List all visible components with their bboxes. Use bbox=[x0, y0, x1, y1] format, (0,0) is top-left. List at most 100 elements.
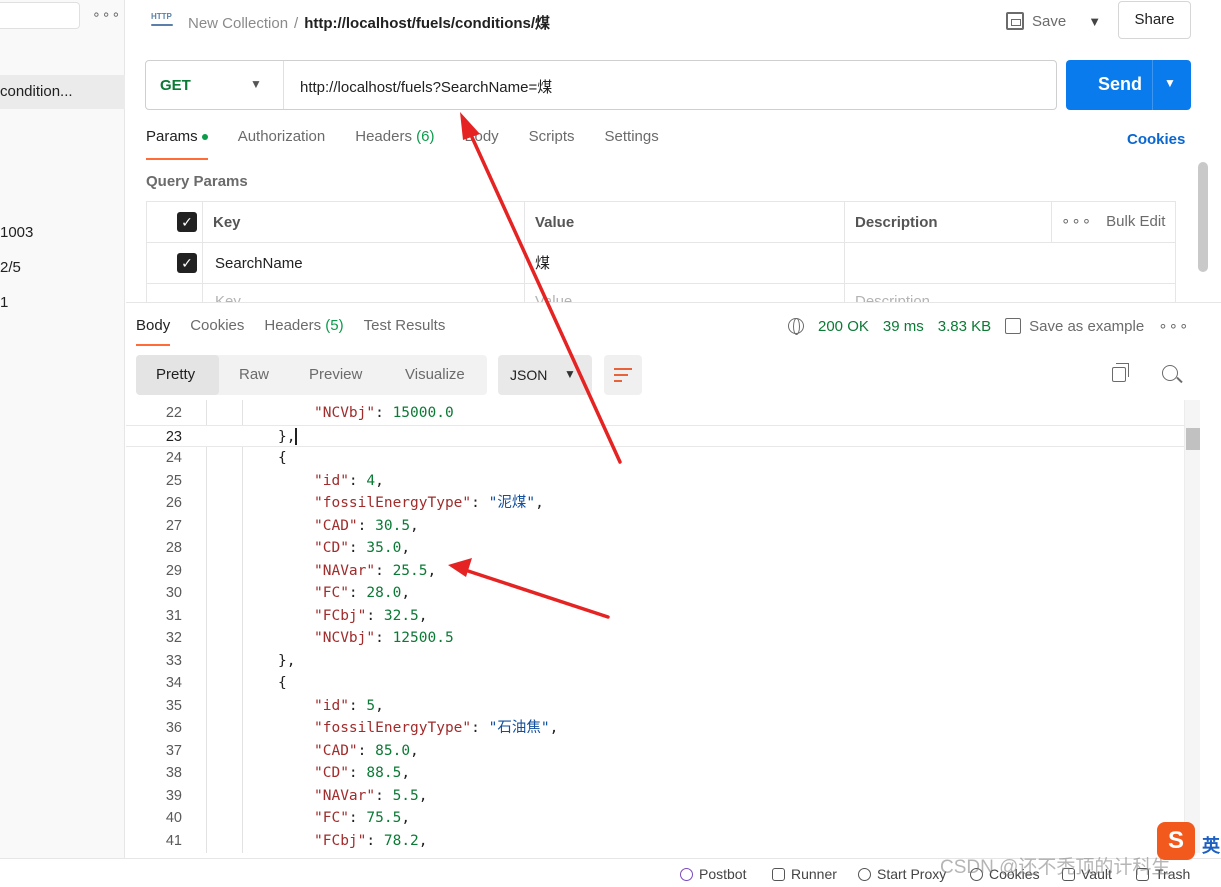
response-code-editor[interactable]: 22 "NCVbj": 15000.0 23}, 24 {25 "id": 4, 26 "fo… bbox=[126, 400, 1186, 853]
globe-icon[interactable] bbox=[788, 318, 804, 335]
column-value: Value bbox=[525, 202, 845, 243]
tab-test-results[interactable]: Test Results bbox=[364, 317, 446, 346]
param-description[interactable] bbox=[845, 243, 1175, 284]
share-button[interactable]: Share bbox=[1118, 1, 1191, 39]
request-title[interactable]: http://localhost/fuels/conditions/煤 bbox=[304, 15, 550, 32]
response-size[interactable]: 3.83 KB bbox=[938, 318, 991, 335]
select-all-checkbox[interactable]: ✓ bbox=[177, 212, 197, 232]
method-value: GET bbox=[160, 77, 191, 94]
code-text: "CAD": 30.5, bbox=[314, 517, 419, 534]
code-text: }, bbox=[278, 428, 297, 445]
save-as-example-button[interactable]: Save as example bbox=[1005, 318, 1144, 335]
save-label: Save bbox=[1032, 12, 1067, 30]
code-line: 41 "FCbj": 78.2, bbox=[126, 830, 1186, 853]
tab-response-cookies[interactable]: Cookies bbox=[190, 317, 244, 346]
param-key[interactable]: SearchName bbox=[203, 243, 525, 284]
breadcrumb-collection[interactable]: New Collection bbox=[188, 15, 288, 32]
request-tabs: Params Authorization Headers (6) Body Sc… bbox=[146, 128, 659, 160]
view-raw[interactable]: Raw bbox=[239, 366, 269, 383]
view-preview[interactable]: Preview bbox=[309, 366, 362, 383]
line-number: 27 bbox=[165, 517, 182, 534]
ime-logo-icon[interactable]: S bbox=[1157, 822, 1195, 860]
sidebar-item-active[interactable]: condition... bbox=[0, 75, 125, 109]
code-text: "CD": 88.5, bbox=[314, 765, 411, 781]
code-text: "fossilEnergyType": "泥煤", bbox=[314, 495, 544, 511]
chevron-down-icon[interactable]: ▼ bbox=[1164, 76, 1176, 90]
row-checkbox[interactable]: ✓ bbox=[177, 253, 197, 273]
line-number: 30 bbox=[165, 585, 182, 601]
table-row-empty: Key Value Description bbox=[147, 284, 1175, 303]
tab-headers[interactable]: Headers (6) bbox=[355, 128, 434, 160]
start-proxy-button[interactable]: Start Proxy bbox=[858, 866, 946, 882]
cookies-link[interactable]: Cookies bbox=[1127, 131, 1185, 148]
params-active-dot bbox=[201, 134, 208, 141]
more-icon[interactable]: ∘∘∘ bbox=[1158, 317, 1189, 335]
view-mode-bar: Pretty Raw Preview Visualize bbox=[136, 355, 487, 395]
code-text: }, bbox=[278, 652, 296, 669]
line-number: 40 bbox=[165, 810, 182, 826]
code-text: "CD": 35.0, bbox=[314, 540, 411, 556]
save-button[interactable]: Save ▼ bbox=[1006, 10, 1101, 32]
runner-button[interactable]: Runner bbox=[772, 866, 837, 882]
url-input[interactable]: http://localhost/fuels?SearchName=煤 bbox=[300, 76, 552, 97]
tab-settings[interactable]: Settings bbox=[605, 128, 659, 160]
param-value[interactable]: 煤 bbox=[525, 243, 845, 284]
tab-body[interactable]: Body bbox=[464, 128, 498, 160]
tab-scripts[interactable]: Scripts bbox=[529, 128, 575, 160]
sidebar-search-input[interactable] bbox=[0, 2, 80, 29]
line-number: 28 bbox=[165, 540, 182, 556]
text-cursor bbox=[295, 428, 297, 445]
wrap-lines-icon[interactable] bbox=[604, 355, 642, 395]
code-line: 38 "CD": 88.5, bbox=[126, 762, 1186, 785]
line-number: 32 bbox=[165, 630, 182, 646]
code-line: 32 "NCVbj": 12500.5 bbox=[126, 627, 1186, 650]
sidebar-more-icon[interactable]: ∘∘∘ bbox=[92, 6, 121, 23]
tab-authorization[interactable]: Authorization bbox=[238, 128, 326, 160]
query-params-table: ✓ Key Value Description ∘∘∘ Bulk Edit ✓ S… bbox=[146, 201, 1176, 303]
code-text: "FC": 75.5, bbox=[314, 810, 411, 826]
more-icon: ∘∘∘ bbox=[1061, 213, 1093, 230]
tab-response-body[interactable]: Body bbox=[136, 317, 171, 346]
csdn-watermark: CSDN @还不秃顶的计科生 bbox=[940, 857, 1171, 878]
ime-language-indicator[interactable]: 英 bbox=[1202, 832, 1220, 858]
code-text: "CAD": 85.0, bbox=[314, 742, 419, 759]
code-line: 28 "CD": 35.0, bbox=[126, 537, 1186, 560]
tab-params[interactable]: Params bbox=[146, 128, 208, 160]
breadcrumb: New Collection / http://localhost/fuels/co… bbox=[188, 12, 550, 33]
code-line: 25 "id": 4, bbox=[126, 470, 1186, 493]
line-number: 31 bbox=[165, 607, 182, 624]
postman-window: ∘∘∘ condition... 1003 2/5 1 HTTP New Col… bbox=[0, 0, 1221, 887]
param-value-placeholder[interactable]: Value bbox=[525, 284, 845, 303]
method-select[interactable]: GET ▼ bbox=[146, 61, 284, 109]
table-header-row: ✓ Key Value Description ∘∘∘ Bulk Edit bbox=[147, 202, 1175, 243]
sidebar-value: 1 bbox=[0, 294, 9, 311]
sidebar-value: 1003 bbox=[0, 224, 34, 241]
view-pretty[interactable]: Pretty bbox=[156, 366, 195, 383]
request-scrollbar[interactable] bbox=[1198, 162, 1208, 272]
query-params-title: Query Params bbox=[146, 173, 248, 190]
sidebar: ∘∘∘ condition... 1003 2/5 1 bbox=[0, 0, 125, 858]
code-scrollbar[interactable] bbox=[1184, 400, 1200, 853]
line-number: 25 bbox=[165, 472, 182, 489]
response-time[interactable]: 39 ms bbox=[883, 318, 924, 335]
status-code[interactable]: 200 OK bbox=[818, 318, 869, 335]
chevron-down-icon: ▼ bbox=[564, 367, 576, 381]
line-number: 24 bbox=[165, 450, 182, 466]
copy-icon[interactable] bbox=[1112, 363, 1129, 382]
proxy-icon bbox=[858, 867, 871, 881]
code-line: 33}, bbox=[126, 650, 1186, 673]
code-line: 26 "fossilEnergyType": "泥煤", bbox=[126, 492, 1186, 515]
param-key-placeholder[interactable]: Key bbox=[203, 284, 525, 303]
line-number: 34 bbox=[165, 675, 182, 691]
format-select[interactable]: JSON ▼ bbox=[498, 355, 592, 395]
send-button[interactable]: Send ▼ bbox=[1066, 60, 1191, 110]
postbot-button[interactable]: Postbot bbox=[680, 866, 746, 882]
code-text: "id": 5, bbox=[314, 697, 384, 714]
search-icon[interactable] bbox=[1162, 365, 1178, 381]
tab-response-headers[interactable]: Headers (5) bbox=[264, 317, 343, 346]
bulk-edit-button[interactable]: ∘∘∘ Bulk Edit bbox=[1061, 202, 1165, 242]
save-icon bbox=[1006, 12, 1024, 30]
view-visualize[interactable]: Visualize bbox=[405, 366, 465, 383]
chevron-down-icon[interactable]: ▼ bbox=[1088, 14, 1101, 29]
param-description-placeholder[interactable]: Description bbox=[845, 284, 1175, 303]
